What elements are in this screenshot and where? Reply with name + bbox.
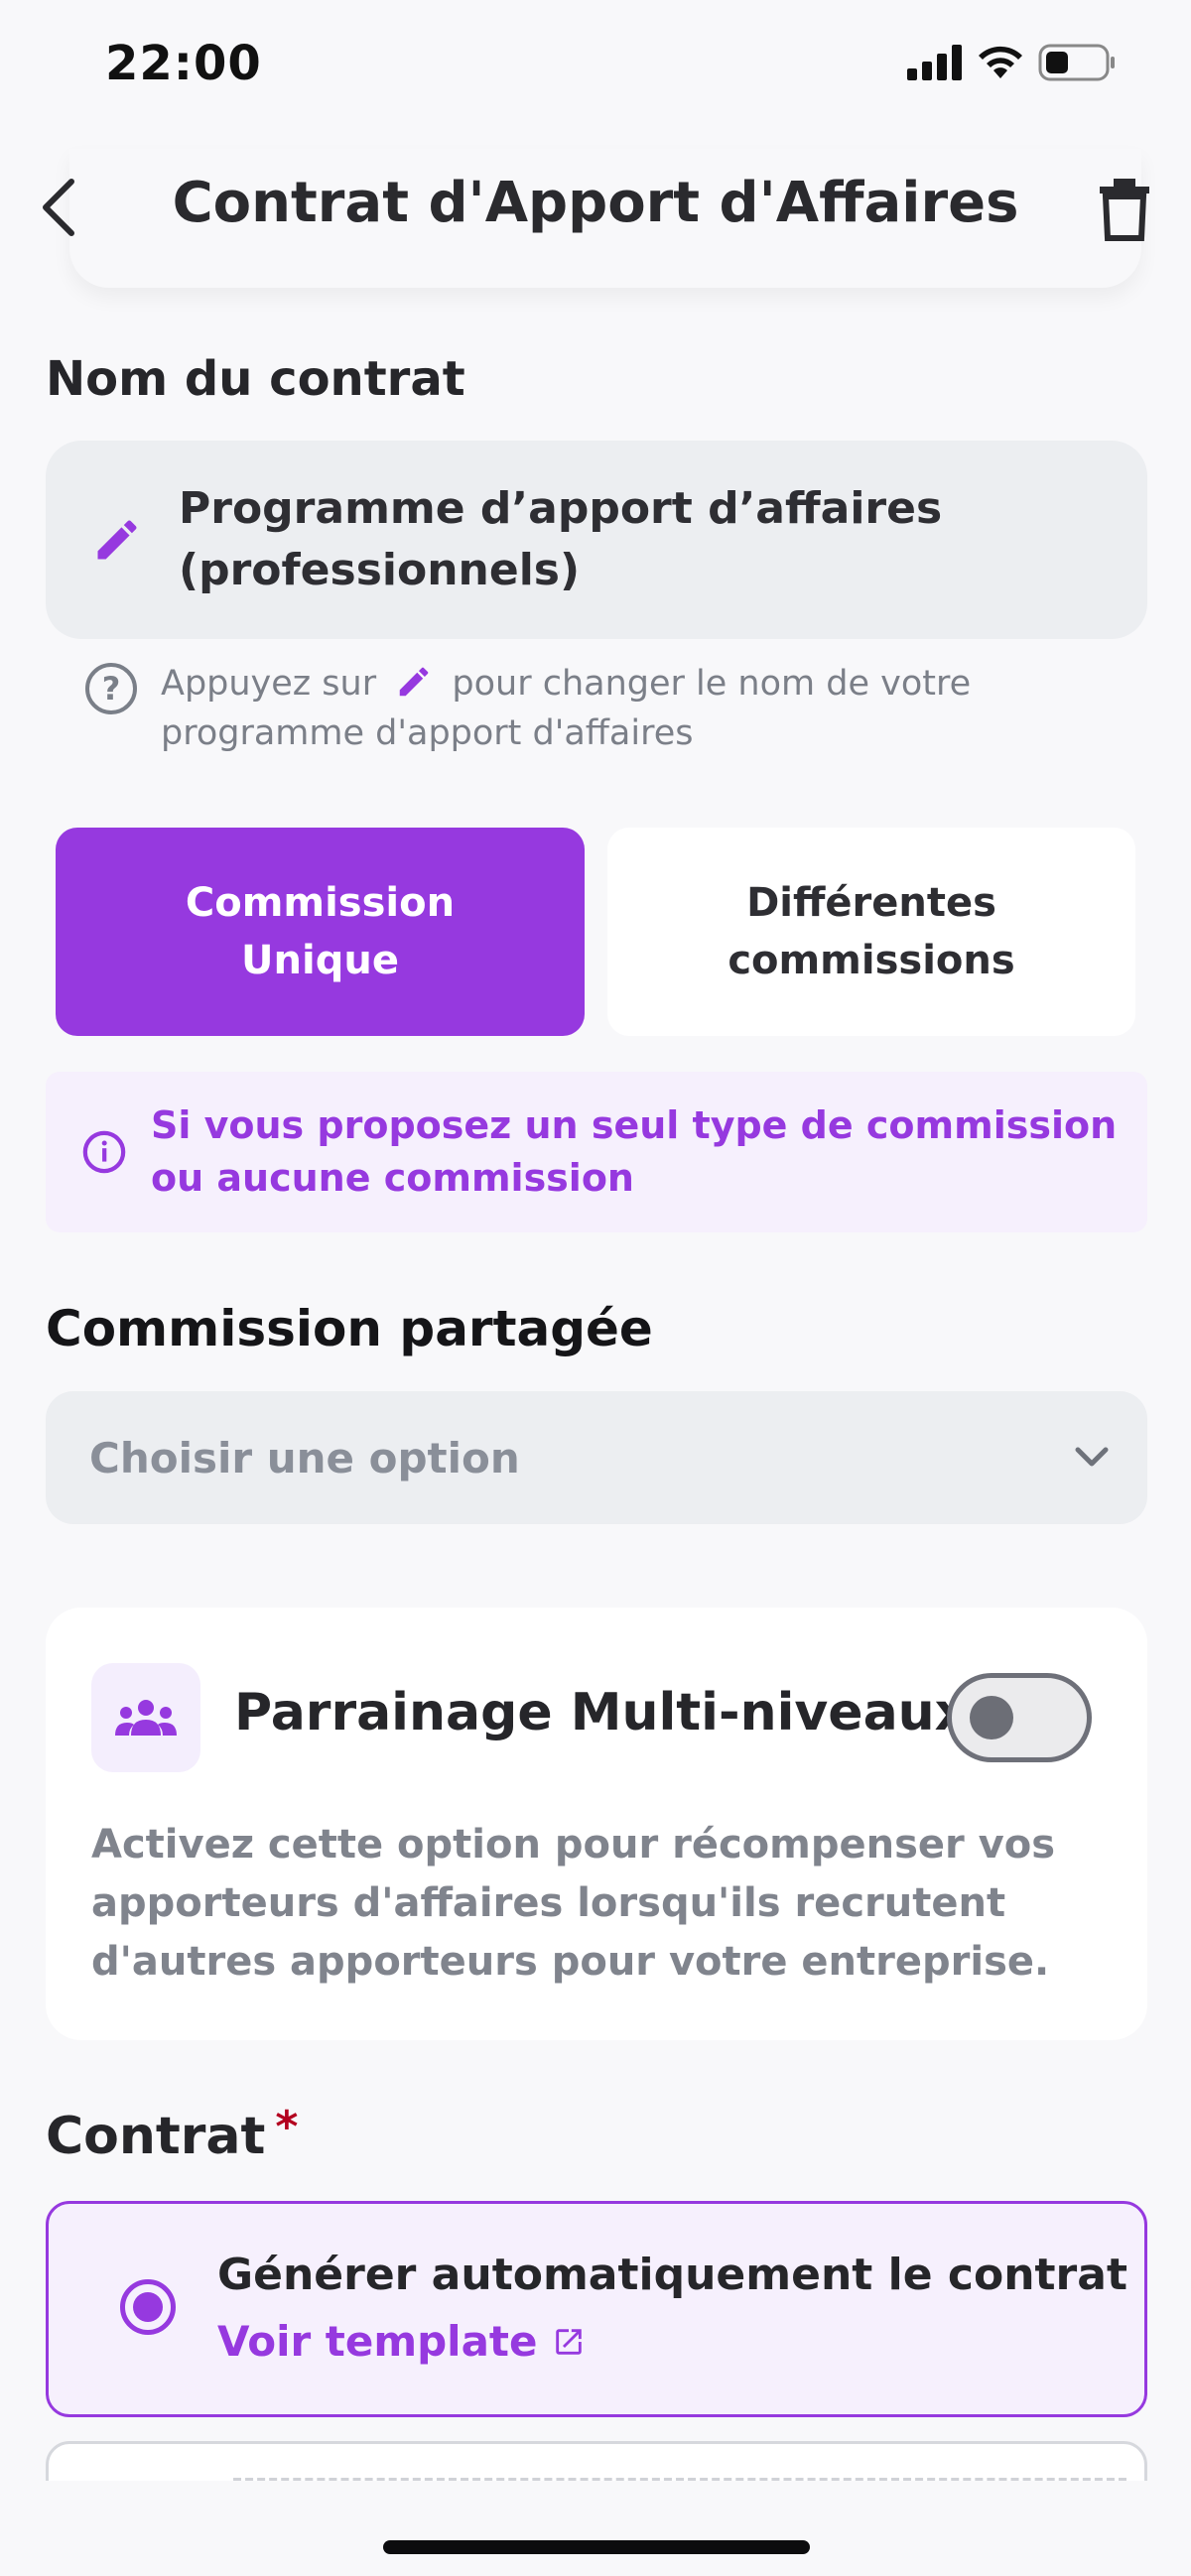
home-indicator[interactable]: [383, 2540, 810, 2554]
multi-level-description: Activez cette option pour récompenser vo…: [91, 1822, 1056, 1985]
multiple-commissions-tab[interactable]: Différentes commissions: [607, 828, 1135, 1036]
trash-icon: [1100, 179, 1149, 241]
view-template-link[interactable]: Voir template: [217, 2317, 586, 2366]
bottom-safe-area: [0, 2481, 1191, 2576]
multi-level-card: Parrainage Multi-niveaux Activez cette o…: [46, 1608, 1147, 2040]
status-time: 22:00: [105, 36, 262, 91]
select-placeholder: Choisir une option: [89, 1433, 520, 1482]
commission-unique-label: Commission Unique: [185, 880, 456, 983]
shared-commission-select[interactable]: Choisir une option: [46, 1391, 1147, 1524]
auto-generate-label: Générer automatiquement le contrat: [217, 2250, 1127, 2300]
toggle-knob: [970, 1696, 1013, 1739]
pencil-icon: [400, 667, 429, 697]
required-mark: *: [275, 2102, 299, 2152]
radio-selected-dot: [133, 2292, 163, 2322]
commission-info-text: Si vous proposez un seul type de commiss…: [151, 1103, 1118, 1200]
pencil-icon[interactable]: [91, 514, 143, 566]
auto-generate-radio[interactable]: [120, 2279, 176, 2335]
back-button[interactable]: [40, 173, 83, 242]
multi-level-icon-box: [91, 1663, 200, 1772]
info-icon: [82, 1130, 126, 1174]
contract-name-value: Programme d’apport d’affaires (professio…: [179, 483, 943, 595]
external-link-icon: [555, 2328, 582, 2355]
chevron-down-icon: [1075, 1447, 1109, 1467]
multi-level-title: Parrainage Multi-niveaux: [234, 1683, 969, 1742]
contract-name-field[interactable]: Programme d’apport d’affaires (professio…: [46, 441, 1147, 639]
hint-text-before: Appuyez sur: [161, 664, 377, 704]
page-title: Contrat d'Apport d'Affaires: [172, 171, 1019, 235]
commission-unique-tab[interactable]: Commission Unique: [56, 828, 585, 1036]
question-icon: ?: [85, 663, 137, 714]
contract-name-label: Nom du contrat: [46, 351, 465, 407]
multiple-commissions-label: Différentes commissions: [728, 880, 1015, 983]
view-template-text: Voir template: [217, 2317, 538, 2366]
battery-icon: [1038, 44, 1115, 81]
wifi-icon: [979, 46, 1022, 78]
shared-commission-label: Commission partagée: [46, 1300, 653, 1357]
contract-section-label: Contrat *: [46, 2102, 298, 2166]
multi-level-toggle[interactable]: [947, 1673, 1092, 1762]
status-icons: [907, 44, 1116, 81]
delete-button[interactable]: [1096, 177, 1153, 242]
contract-name-hint: ? Appuyez sur pour changer le nom de vot…: [85, 659, 1137, 758]
contract-label-text: Contrat: [46, 2107, 266, 2166]
auto-generate-option[interactable]: Générer automatiquement le contrat Voir …: [46, 2201, 1147, 2417]
people-group-icon: [115, 1700, 177, 1736]
commission-info-box: Si vous proposez un seul type de commiss…: [46, 1072, 1147, 1232]
back-arrow-icon: [43, 179, 74, 236]
signal-icon: [907, 45, 962, 80]
